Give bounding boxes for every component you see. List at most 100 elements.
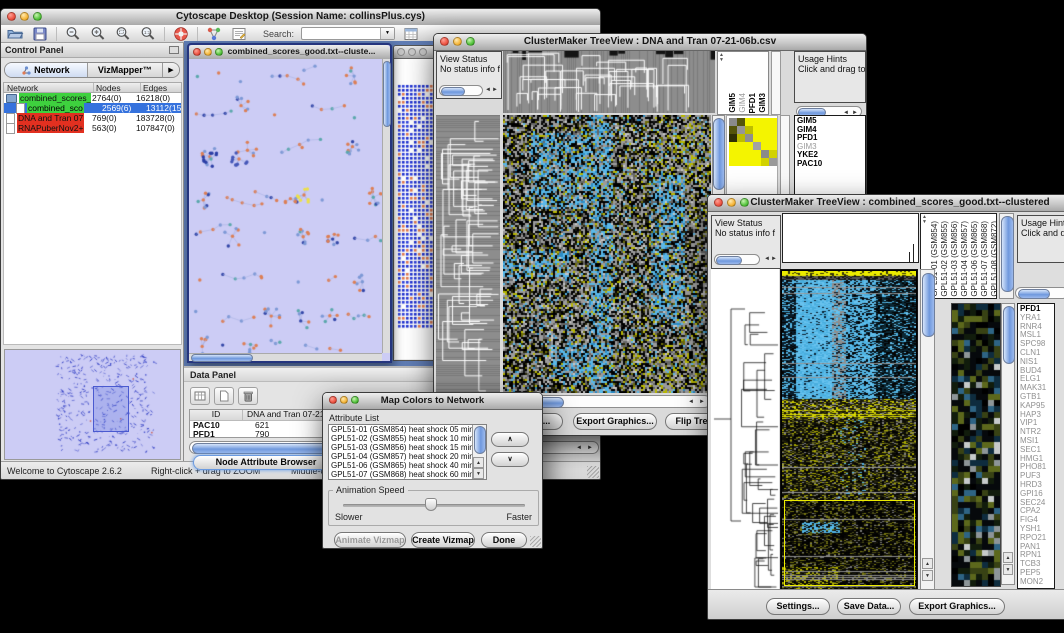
- search-dropdown-arrow[interactable]: ▼: [380, 28, 394, 39]
- matrix-cell[interactable]: [745, 142, 753, 150]
- zoom-selected-icon[interactable]: [114, 25, 132, 43]
- column-label[interactable]: GIM3: [758, 93, 767, 113]
- network-canvas[interactable]: [189, 59, 382, 355]
- help-lifering-icon[interactable]: [172, 25, 190, 43]
- attribute-item[interactable]: GPL51-04 (GSM857) heat shock 20 min: [329, 452, 486, 461]
- matrix-cell[interactable]: [769, 158, 777, 166]
- column-label[interactable]: GPL51-07 (GSM868): [980, 221, 989, 297]
- column-header[interactable]: Nodes: [94, 83, 141, 92]
- export-graphics-button[interactable]: Export Graphics...: [909, 598, 1005, 615]
- matrix-cell[interactable]: [745, 118, 753, 126]
- delete-attribute-button[interactable]: [238, 387, 258, 405]
- matrix-cell[interactable]: [753, 150, 761, 158]
- float-panel-icon[interactable]: [169, 46, 179, 54]
- matrix-cell[interactable]: [737, 126, 745, 134]
- matrix-cell[interactable]: [761, 134, 769, 142]
- column-label[interactable]: GPL51-02 (GSM855): [940, 221, 949, 297]
- column-label[interactable]: GPL51-06 (GSM865): [970, 221, 979, 297]
- label-scroll-arrows[interactable]: ▲▼: [922, 215, 927, 225]
- matrix-cell[interactable]: [729, 158, 737, 166]
- tab-network[interactable]: Network: [5, 63, 88, 77]
- row-dendrogram-canvas[interactable]: [436, 115, 500, 393]
- network-row-selected[interactable]: combined_sco 2569(6) 13112(15): [4, 103, 181, 113]
- matrix-cell[interactable]: [729, 150, 737, 158]
- matrix-cell[interactable]: [769, 126, 777, 134]
- network-row[interactable]: combined_scores_ 2764(0) 16218(0): [4, 93, 181, 103]
- row-dendrogram-canvas[interactable]: [711, 269, 779, 589]
- matrix-cell[interactable]: [769, 118, 777, 126]
- minimize-button[interactable]: [340, 396, 348, 404]
- view-status-hscrollbar[interactable]: [439, 85, 483, 96]
- scroll-right-arrow[interactable]: ►: [587, 444, 593, 452]
- column-label[interactable]: YKE2: [768, 92, 769, 113]
- gene-labels-hscrollbar[interactable]: [1015, 287, 1064, 299]
- attribute-list[interactable]: GPL51-01 (GSM854) heat shock 05 min GPL5…: [328, 424, 487, 480]
- matrix-cell[interactable]: [761, 118, 769, 126]
- column-label[interactable]: GPL51-03 (GSM856): [950, 221, 959, 297]
- matrix-cell[interactable]: [745, 158, 753, 166]
- tab-vizmapper[interactable]: VizMapper™: [88, 63, 163, 77]
- matrix-cell[interactable]: [745, 150, 753, 158]
- zoom-actual-icon[interactable]: 1:1: [139, 25, 157, 43]
- network-overview-panel[interactable]: [4, 349, 181, 460]
- network-table-header[interactable]: Network Nodes Edges: [3, 82, 182, 93]
- attribute-item[interactable]: GPL51-02 (GSM855) heat shock 10 min: [329, 434, 486, 443]
- column-labels-vscrollbar[interactable]: [999, 213, 1014, 299]
- matrix-cell[interactable]: [737, 142, 745, 150]
- animate-vizmap-button[interactable]: Animate Vizmap: [334, 532, 406, 548]
- network-row[interactable]: RNAPuberNov2+ 563(0) 107847(0): [4, 123, 181, 133]
- open-session-icon[interactable]: [6, 25, 24, 43]
- similarity-matrix[interactable]: [729, 118, 777, 166]
- gene-label[interactable]: PAC10: [797, 160, 865, 169]
- matrix-cell[interactable]: [745, 126, 753, 134]
- minimize-button[interactable]: [408, 48, 416, 56]
- move-up-button[interactable]: ∧: [491, 432, 529, 447]
- matrix-cell[interactable]: [737, 134, 745, 142]
- matrix-cell[interactable]: [729, 126, 737, 134]
- save-data-button[interactable]: Save Data...: [837, 598, 901, 615]
- column-label[interactable]: PFD1: [748, 93, 757, 113]
- matrix-cell[interactable]: [753, 158, 761, 166]
- search-input[interactable]: ▼: [301, 27, 395, 40]
- treeview-combined-titlebar[interactable]: ClusterMaker TreeView : combined_scores_…: [708, 195, 1064, 212]
- maximize-button[interactable]: [419, 48, 427, 56]
- attribute-item[interactable]: GPL51-06 (GSM865) heat shock 40 min: [329, 461, 486, 470]
- scrollbar-thumb[interactable]: [383, 61, 391, 127]
- matrix-cell[interactable]: [745, 134, 753, 142]
- column-header[interactable]: Edges: [141, 83, 181, 92]
- main-titlebar[interactable]: Cytoscape Desktop (Session Name: collins…: [1, 9, 600, 26]
- table-view-button[interactable]: [190, 387, 210, 405]
- matrix-cell[interactable]: [729, 118, 737, 126]
- list-vscrollbar[interactable]: ▲ ▼: [472, 425, 486, 479]
- matrix-cell[interactable]: [761, 126, 769, 134]
- settings-button[interactable]: Settings...: [766, 598, 830, 615]
- scroll-left-arrow[interactable]: ◄: [576, 444, 582, 452]
- annotation-icon[interactable]: [230, 25, 248, 43]
- attribute-item[interactable]: GPL51-03 (GSM856) heat shock 15 min: [329, 443, 486, 452]
- secondary-heatmap-canvas[interactable]: [951, 303, 1001, 587]
- attribute-item[interactable]: GPL51-01 (GSM854) heat shock 05 min: [329, 425, 486, 434]
- heatmap-canvas[interactable]: [503, 115, 711, 393]
- minimize-button[interactable]: [204, 48, 212, 56]
- network-hscrollbar[interactable]: [189, 353, 382, 361]
- close-button[interactable]: [7, 12, 16, 21]
- scroll-up-arrow[interactable]: ▲: [922, 558, 933, 569]
- label-scroll-arrows[interactable]: ▲▼: [719, 53, 724, 63]
- matrix-cell[interactable]: [769, 134, 777, 142]
- network-view-window[interactable]: combined_scores_good.txt--cluste...: [187, 43, 392, 363]
- vizmapper-icon[interactable]: [205, 25, 223, 43]
- move-down-button[interactable]: ∨: [491, 452, 529, 467]
- matrix-cell[interactable]: [729, 142, 737, 150]
- column-label[interactable]: GIM5: [728, 93, 737, 113]
- zoom-in-icon[interactable]: [89, 25, 107, 43]
- treeview-dna-titlebar[interactable]: ClusterMaker TreeView : DNA and Tran 07-…: [434, 34, 866, 51]
- close-button[interactable]: [397, 48, 405, 56]
- scroll-right-arrow[interactable]: ►: [492, 86, 498, 94]
- matrix-cell[interactable]: [753, 118, 761, 126]
- scrollbar-thumb[interactable]: [191, 354, 253, 362]
- export-graphics-button[interactable]: Export Graphics...: [573, 413, 657, 430]
- matrix-cell[interactable]: [761, 150, 769, 158]
- network-row[interactable]: DNA and Tran 07 769(0) 183728(0): [4, 113, 181, 123]
- import-table-icon[interactable]: [402, 25, 420, 43]
- slider-thumb[interactable]: [425, 498, 437, 511]
